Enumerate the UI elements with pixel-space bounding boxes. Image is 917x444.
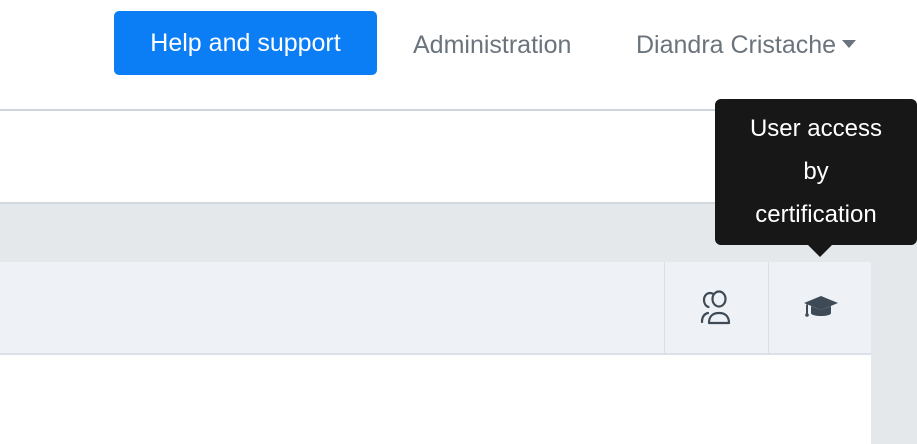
administration-link[interactable]: Administration bbox=[413, 25, 571, 65]
user-name-label: Diandra Cristache bbox=[636, 31, 837, 59]
tooltip-line: User access bbox=[749, 115, 883, 142]
help-and-support-button[interactable]: Help and support bbox=[114, 11, 377, 75]
graduation-cap-icon bbox=[803, 295, 838, 317]
tooltip-line: certification bbox=[755, 201, 877, 228]
top-navbar: Help and support Administration Diandra … bbox=[0, 0, 917, 111]
content-card bbox=[0, 262, 871, 444]
tooltip-line: by bbox=[803, 158, 829, 185]
user-menu-dropdown[interactable]: Diandra Cristache bbox=[636, 25, 857, 65]
users-icon bbox=[700, 289, 730, 324]
user-access-button[interactable] bbox=[664, 262, 768, 353]
tooltip-arrow bbox=[808, 245, 832, 257]
caret-down-icon bbox=[842, 40, 857, 49]
tooltip: User access by certification bbox=[715, 99, 917, 245]
user-access-by-certification-button[interactable] bbox=[768, 262, 872, 353]
card-header bbox=[0, 262, 871, 355]
